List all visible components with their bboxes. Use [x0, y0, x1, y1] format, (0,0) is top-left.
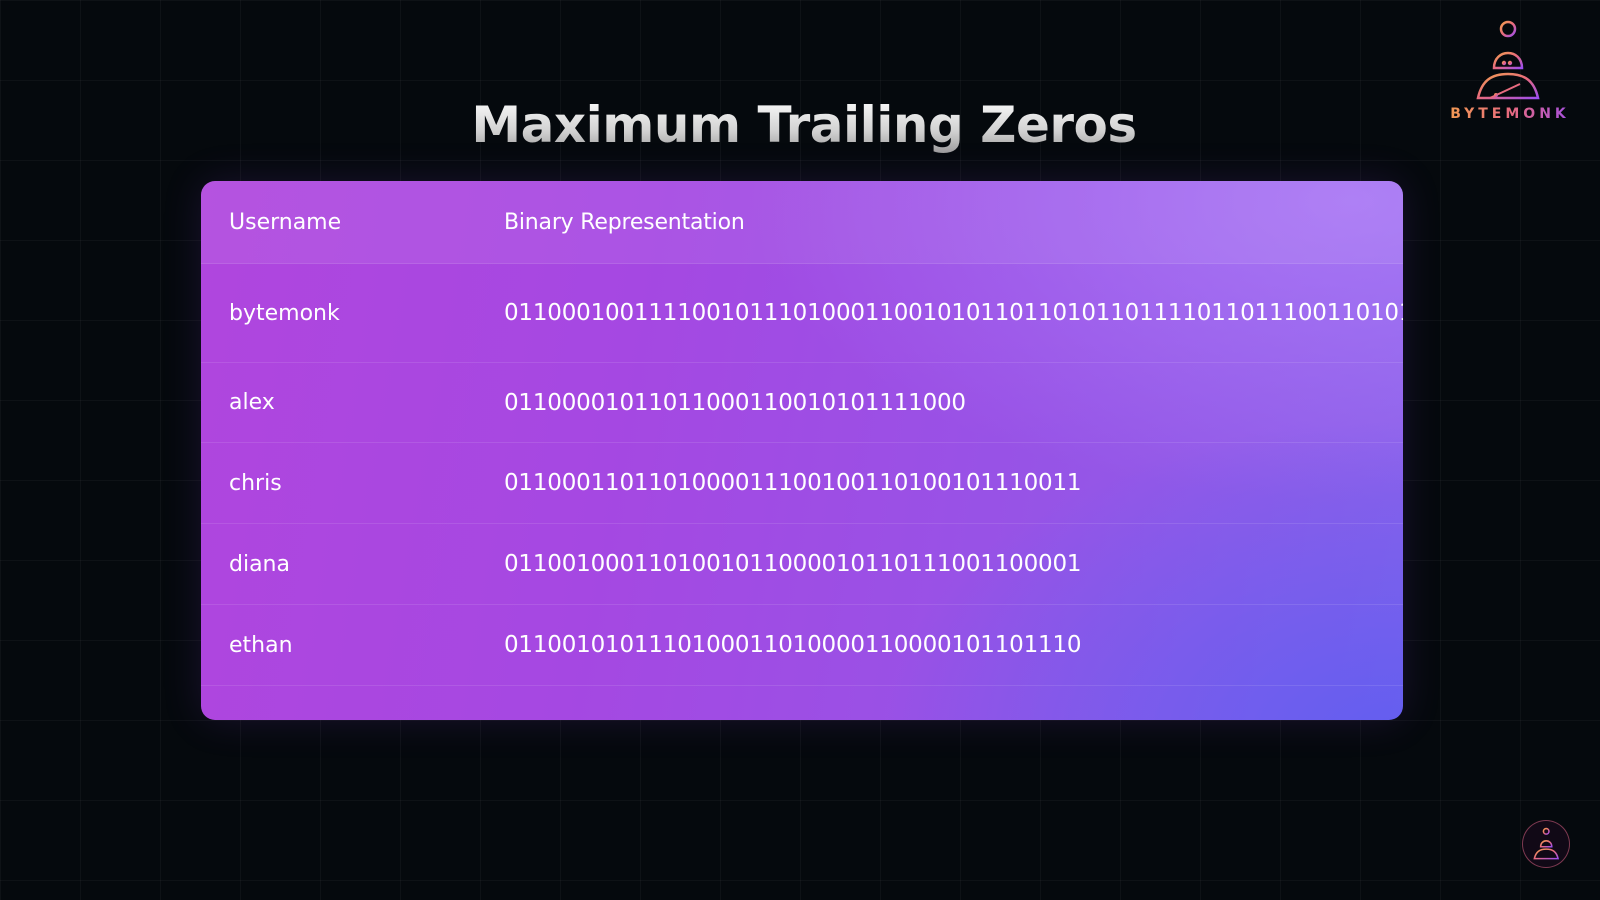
binary-cell: 0110010101110100011010000110000101101110: [504, 632, 1082, 658]
binary-cell: 0110010001101001011000010110111001100001: [504, 551, 1082, 577]
brand-name: BYTEMONK: [1440, 106, 1580, 122]
table-row: diana 0110010001101001011000010110111001…: [201, 524, 1403, 605]
table-header-row: Username Binary Representation: [201, 181, 1403, 264]
table-row: alex 01100001011011000110010101111000: [201, 363, 1403, 443]
table-row: bytemonk 0110001001111001011101000110010…: [201, 264, 1403, 363]
username-cell: bytemonk: [229, 300, 340, 326]
column-header-binary: Binary Representation: [504, 209, 745, 235]
brand-logo: BYTEMONK: [1440, 18, 1580, 128]
binary-cell: 0110001001111001011101000110010101101101…: [504, 300, 1403, 326]
bytemonk-avatar-icon: [1522, 820, 1570, 868]
binary-cell: 01100001011011000110010101111000: [504, 389, 966, 416]
username-cell: diana: [229, 551, 290, 577]
username-cell: alex: [229, 390, 275, 415]
binary-table: Username Binary Representation bytemonk …: [201, 181, 1403, 720]
username-cell: ethan: [229, 632, 293, 658]
column-header-username: Username: [229, 209, 342, 235]
monk-watermark-icon: [1533, 827, 1560, 860]
username-cell: chris: [229, 470, 282, 496]
slide-title: Maximum Trailing Zeros: [0, 96, 1600, 154]
table-row: ethan 0110010101110100011010000110000101…: [201, 605, 1403, 686]
table-row: chris 0110001101101000011100100110100101…: [201, 443, 1403, 524]
binary-cell: 0110001101101000011100100110100101110011: [504, 470, 1082, 496]
meditating-monk-logo-icon: [1476, 20, 1540, 100]
